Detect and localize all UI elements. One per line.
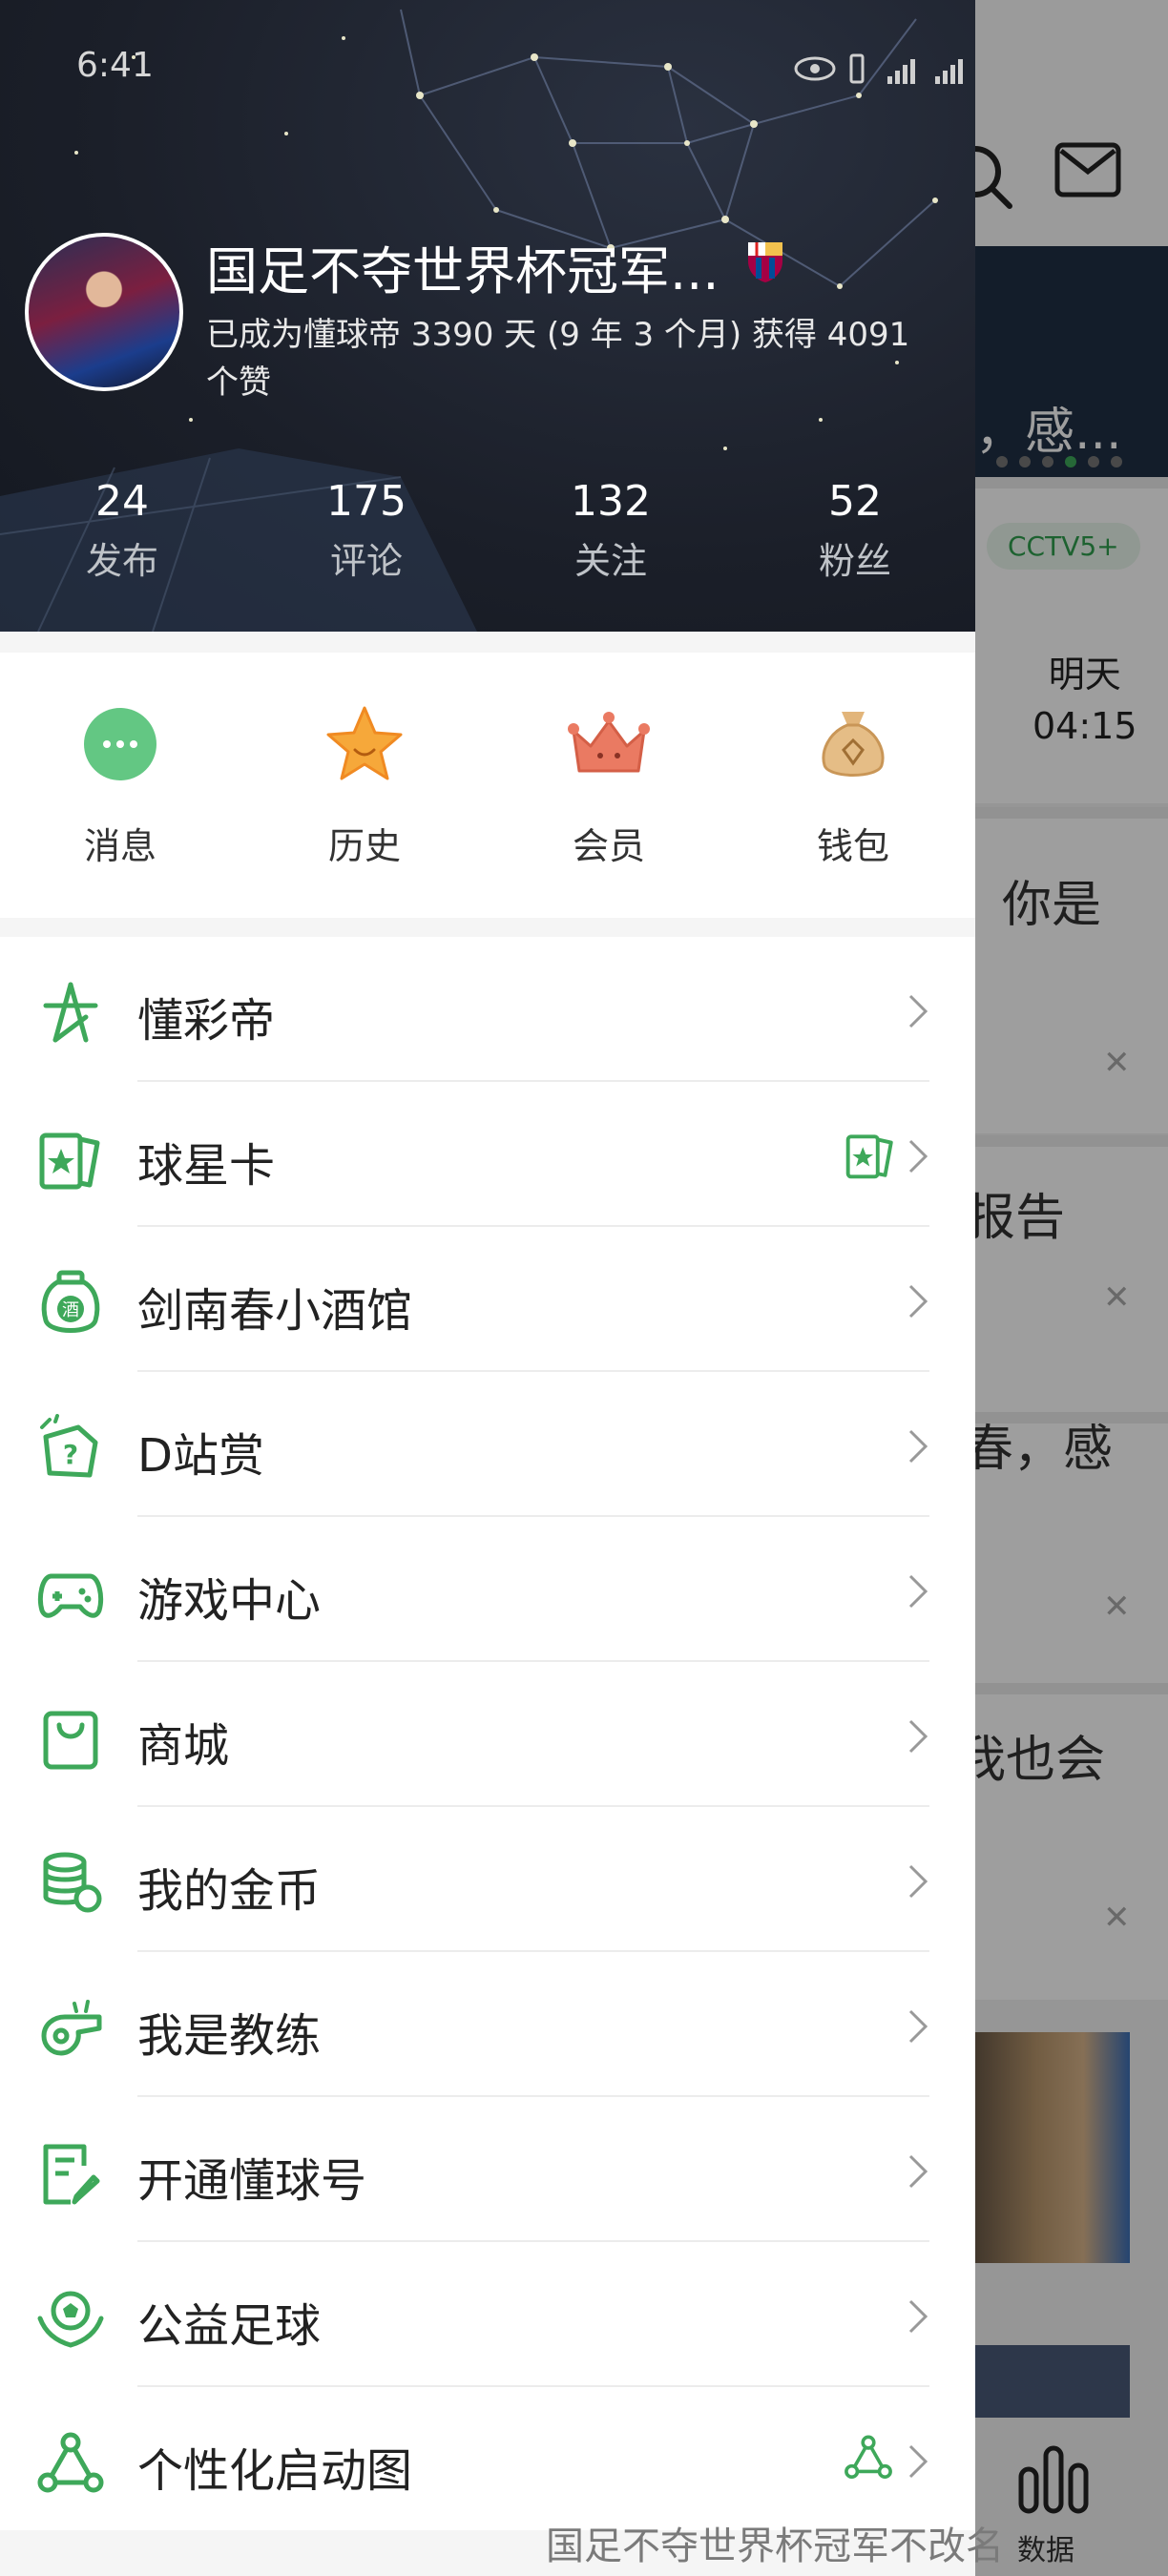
lottery-star-icon: [43, 982, 98, 1043]
username[interactable]: 国足不夺世界杯冠军...: [206, 229, 720, 304]
quick-actions: 消息 历史 会员 钱包: [0, 653, 975, 918]
menu-item-coins[interactable]: 我的金币: [0, 1807, 975, 1952]
status-icons: [794, 53, 963, 84]
menu-item-d-station[interactable]: ? D站赏: [0, 1372, 975, 1517]
chevron-right-icon: [908, 2009, 928, 2044]
avatar[interactable]: [25, 233, 183, 391]
menu-item-coach[interactable]: 我是教练: [0, 1952, 975, 2097]
menu-item-tavern[interactable]: 酒 剑南春小酒馆: [0, 1227, 975, 1372]
launch-graph-icon: [37, 2432, 104, 2493]
money-bag-icon: [822, 712, 885, 777]
chevron-right-icon: [908, 1719, 928, 1754]
launch-graph-badge-icon: [845, 2435, 892, 2480]
club-badge-icon: [748, 242, 782, 282]
chevron-right-icon: [908, 2299, 928, 2334]
stat-comments[interactable]: 175 评论: [290, 477, 443, 584]
profile-header: 6:41 50 国足不夺世界杯冠军... 已成为懂球帝 3390 天 (9 年 …: [0, 0, 975, 632]
quick-wallet[interactable]: 钱包: [767, 704, 939, 869]
wine-jar-icon: 酒: [41, 1270, 100, 1333]
gamepad-icon: [37, 1573, 104, 1618]
menu-item-shop[interactable]: 商城: [0, 1662, 975, 1807]
menu-item-lottery[interactable]: 懂彩帝: [0, 937, 975, 1082]
chevron-right-icon: [908, 1864, 928, 1899]
quick-history[interactable]: 历史: [279, 704, 450, 869]
star-cards-icon: [39, 1132, 100, 1190]
svg-text:酒: 酒: [62, 1300, 79, 1320]
chevron-right-icon: [908, 1429, 928, 1464]
menu-item-charity[interactable]: 公益足球: [0, 2242, 975, 2387]
menu-list: 懂彩帝 球星卡 酒 剑南春小酒馆 ? D站赏 游戏中心 商城 我的金币 我是教练…: [0, 937, 975, 2530]
whistle-icon: [41, 2000, 102, 2056]
crown-icon: [568, 712, 650, 773]
star-icon: [326, 706, 403, 780]
mystery-box-icon: ?: [40, 1414, 98, 1478]
member-summary: 已成为懂球帝 3390 天 (9 年 3 个月) 获得 4091 个赞: [206, 316, 910, 402]
stat-following[interactable]: 132 关注: [534, 477, 687, 584]
chat-bubble-icon: [84, 708, 156, 780]
shopping-bag-icon: [43, 1711, 98, 1770]
menu-item-open-account[interactable]: 开通懂球号: [0, 2097, 975, 2242]
charity-ball-icon: [37, 2291, 104, 2348]
side-drawer: 6:41 50 国足不夺世界杯冠军... 已成为懂球帝 3390 天 (9 年 …: [0, 0, 975, 2576]
chevron-right-icon: [908, 994, 928, 1028]
chevron-right-icon: [908, 1139, 928, 1174]
star-cards-badge-icon: [845, 1134, 893, 1179]
chevron-right-icon: [908, 1284, 928, 1319]
status-time: 6:41: [76, 46, 154, 85]
stat-followers[interactable]: 52 粉丝: [779, 477, 931, 584]
menu-item-star-cards[interactable]: 球星卡: [0, 1082, 975, 1227]
quick-membership[interactable]: 会员: [523, 704, 695, 869]
chevron-right-icon: [908, 2154, 928, 2189]
quick-messages[interactable]: 消息: [34, 704, 206, 869]
menu-item-launch-image[interactable]: 个性化启动图: [0, 2387, 975, 2532]
stat-posts[interactable]: 24 发布: [46, 477, 198, 584]
watermark: 国足不夺世界杯冠军不改名: [546, 2524, 1004, 2568]
menu-item-game-center[interactable]: 游戏中心: [0, 1517, 975, 1662]
svg-text:?: ?: [63, 1439, 78, 1470]
chevron-right-icon: [908, 1574, 928, 1609]
dim-overlay[interactable]: [975, 0, 1168, 2576]
coin-stack-icon: [43, 1852, 102, 1913]
chevron-right-icon: [908, 2444, 928, 2479]
edit-document-icon: [43, 2144, 100, 2205]
